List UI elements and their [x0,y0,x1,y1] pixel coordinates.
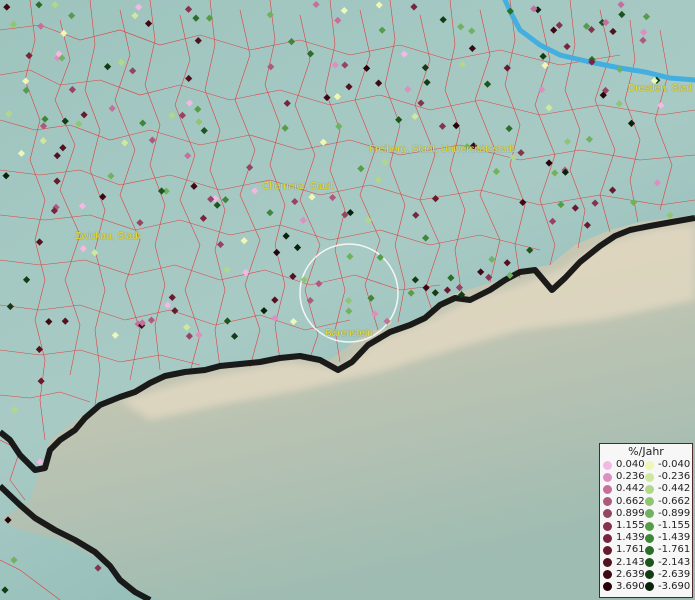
legend-entry-negative: -1.155 [645,521,690,531]
legend-value: 0.442 [616,483,645,495]
legend-entry-negative: -3.690 [645,580,691,592]
legend-swatch [645,558,654,568]
city-label-freiberg: Freiberg, Stadt, Universitätsstadt [369,144,515,155]
legend-value: 0.662 [616,495,645,507]
city-label-baerenstein: Bärenstein [325,328,373,339]
legend-swatch [645,509,654,519]
legend-value: 1.439 [616,532,645,544]
legend-row: 3.690 -3.690 [603,581,690,593]
legend-value: -1.155 [658,520,691,532]
city-label-dresden: Dresden, Stad [628,83,692,94]
legend-entry-negative: -0.442 [645,484,690,494]
legend-entry-negative: -0.040 [645,460,690,470]
legend-swatch [603,460,612,470]
city-label-chemnitz: Chemnitz, Stadt [262,181,334,192]
legend-value: 1.155 [616,520,645,532]
legend-entry-negative: -0.662 [645,495,691,507]
legend-row: 2.639 -2.639 [603,569,690,581]
legend-swatch [645,521,654,531]
legend-swatch [603,472,612,482]
legend-entry-positive: 0.442 [603,484,645,494]
legend-row: 0.236 -0.236 [603,471,690,483]
legend-value: 0.040 [616,459,645,471]
legend-entry-positive: 2.639 [603,568,645,580]
legend-rows: 0.040 -0.040 0.236 -0.236 0.442 -0.442 0.662 -0… [603,459,690,593]
map-canvas[interactable] [0,0,695,600]
legend-entry-negative: -0.899 [645,507,691,519]
legend-entry-negative: -1.439 [645,533,690,543]
legend-swatch [645,472,654,482]
legend-entry-positive: 0.899 [603,507,645,519]
legend-row: 0.442 -0.442 [603,483,690,495]
legend-row: 1.761 -1.761 [603,544,690,556]
legend-swatch [603,509,612,519]
city-label-zwickau: Zwickau, Stadt [75,231,141,242]
legend-entry-positive: 3.690 [603,580,645,592]
legend-value: -1.439 [658,532,691,544]
legend-row: 1.439 -1.439 [603,532,690,544]
legend: %/Jahr 0.040 -0.040 0.236 -0.236 0.442 -0.442… [599,443,693,598]
legend-entry-negative: -2.143 [645,556,691,568]
legend-swatch [603,497,612,507]
legend-entry-positive: 1.761 [603,545,645,555]
legend-swatch [645,497,654,507]
legend-value: 0.236 [616,471,645,483]
legend-value: 3.690 [616,580,645,592]
legend-value: -2.639 [658,568,691,580]
legend-swatch [645,570,654,580]
legend-value: -1.761 [658,544,691,556]
legend-value: 0.899 [616,507,645,519]
legend-value: 2.639 [616,568,645,580]
legend-entry-negative: -2.639 [645,568,691,580]
legend-value: -0.442 [658,483,691,495]
legend-entry-positive: 2.143 [603,556,645,568]
legend-value: -0.236 [658,471,691,483]
legend-swatch [603,582,612,592]
legend-entry-positive: 0.662 [603,495,645,507]
legend-value: -0.040 [658,459,691,471]
legend-title: %/Jahr [628,445,664,458]
legend-swatch [645,484,654,494]
legend-swatch [645,460,654,470]
legend-swatch [603,533,612,543]
legend-swatch [603,545,612,555]
legend-entry-negative: -0.236 [645,472,690,482]
legend-row: 0.899 -0.899 [603,508,690,520]
legend-entry-negative: -1.761 [645,545,690,555]
legend-value: -0.662 [658,495,691,507]
legend-entry-positive: 1.155 [603,521,645,531]
legend-swatch [645,582,654,592]
legend-row: 2.143 -2.143 [603,557,690,569]
legend-value: -2.143 [658,556,691,568]
legend-value: 1.761 [616,544,645,556]
legend-swatch [645,545,654,555]
legend-value: 2.143 [616,556,645,568]
legend-value: -0.899 [658,507,691,519]
legend-row: 0.040 -0.040 [603,459,690,471]
legend-row: 1.155 -1.155 [603,520,690,532]
legend-row: 0.662 -0.662 [603,496,690,508]
legend-value: -3.690 [658,580,691,592]
legend-entry-positive: 0.236 [603,472,645,482]
legend-swatch [603,570,612,580]
legend-entry-positive: 1.439 [603,533,645,543]
legend-swatch [603,521,612,531]
legend-entry-positive: 0.040 [603,460,645,470]
legend-swatch [603,558,612,568]
legend-swatch [603,484,612,494]
legend-swatch [645,533,654,543]
